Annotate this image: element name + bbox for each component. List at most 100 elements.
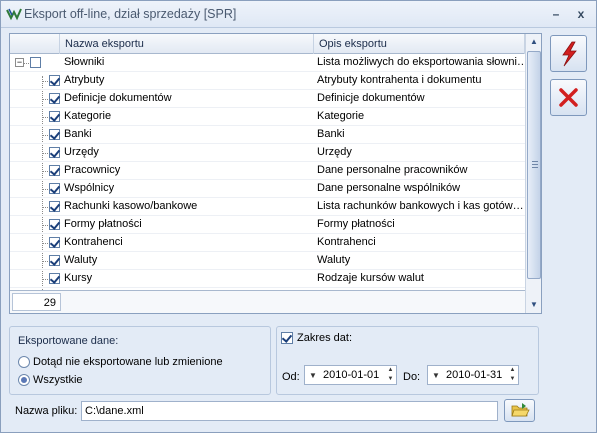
export-tree-grid[interactable]: Nazwa eksportu Opis eksportu − Słowniki …: [9, 33, 542, 314]
table-row[interactable]: Rachunki kasowo/bankowe Lista rachunków b…: [10, 198, 525, 216]
cancel-button[interactable]: [550, 79, 587, 116]
table-row[interactable]: Atrybuty Atrybuty kontrahenta i dokumentu: [10, 72, 525, 90]
column-header-description[interactable]: Opis eksportu: [314, 34, 525, 54]
date-range-label[interactable]: Zakres dat:: [297, 331, 352, 345]
row-checkbox[interactable]: [49, 237, 60, 248]
row-checkbox[interactable]: [49, 75, 60, 86]
date-from-down-icon[interactable]: ▼: [386, 375, 395, 384]
row-description: Rodzaje kursów walut: [317, 272, 424, 284]
row-description: Kategorie: [317, 110, 365, 122]
row-checkbox[interactable]: [49, 111, 60, 122]
close-button[interactable]: x: [571, 5, 591, 23]
table-row[interactable]: Banki Banki: [10, 126, 525, 144]
table-row[interactable]: Urzędy Urzędy: [10, 144, 525, 162]
file-name-label: Nazwa pliku:: [15, 405, 78, 417]
row-description: Kontrahenci: [317, 236, 376, 248]
exported-data-group: Eksportowane dane: Dotąd nie eksportowan…: [9, 326, 271, 395]
title-bar: Eksport off-line, dział sprzedaży [SPR] …: [1, 1, 596, 28]
grid-header: Nazwa eksportu Opis eksportu: [10, 34, 525, 54]
table-row[interactable]: Formy płatności Formy płatności: [10, 216, 525, 234]
date-to-field[interactable]: ▼ 2010-01-31 ▲ ▼: [427, 365, 519, 385]
table-row[interactable]: Kategorie Kategorie: [10, 108, 525, 126]
row-name: Urzędy: [64, 146, 99, 158]
date-to-dropdown-icon[interactable]: ▼: [432, 368, 440, 384]
scroll-thumb[interactable]: [527, 51, 541, 279]
table-row[interactable]: Waluty Waluty: [10, 252, 525, 270]
date-to-down-icon[interactable]: ▼: [508, 375, 517, 384]
row-description: Dane personalne pracowników: [317, 164, 468, 176]
window-title: Eksport off-line, dział sprzedaży [SPR]: [24, 7, 237, 21]
row-name: Kategorie: [64, 110, 112, 122]
date-to-up-icon[interactable]: ▲: [508, 366, 517, 375]
lightning-icon: [562, 41, 577, 67]
row-description: Urzędy: [317, 146, 352, 158]
vertical-scrollbar[interactable]: ▲ ▼: [525, 34, 541, 313]
row-name: Atrybuty: [64, 74, 105, 86]
table-row[interactable]: − Słowniki Lista możliwych do eksportowa…: [10, 54, 525, 72]
radio-all[interactable]: [18, 374, 30, 386]
date-to-value: 2010-01-31: [446, 369, 503, 381]
table-row[interactable]: Wspólnicy Dane personalne wspólników: [10, 180, 525, 198]
date-from-dropdown-icon[interactable]: ▼: [309, 368, 317, 384]
row-description: Lista możliwych do eksportowania słowni…: [317, 56, 525, 68]
date-to-label: Do:: [403, 371, 421, 383]
header-indicator-cell: [10, 34, 60, 54]
folder-open-icon: [511, 403, 530, 417]
row-name: Słowniki: [64, 56, 105, 68]
row-description: Dane personalne wspólników: [317, 182, 461, 194]
row-description: Banki: [317, 128, 345, 140]
table-row[interactable]: Pracownicy Dane personalne pracowników: [10, 162, 525, 180]
row-description: Lista rachunków bankowych i kas gotów…: [317, 200, 524, 212]
row-name: Kursy: [64, 272, 93, 284]
table-row[interactable]: Kontrahenci Kontrahenci: [10, 234, 525, 252]
table-row[interactable]: Definicje dokumentów Definicje dokumentów: [10, 90, 525, 108]
date-from-label: Od:: [282, 371, 300, 383]
scroll-down-icon[interactable]: ▼: [526, 297, 542, 313]
root-checkbox[interactable]: [30, 57, 41, 68]
record-count: 29: [12, 293, 61, 311]
collapse-toggle-icon[interactable]: −: [15, 58, 24, 67]
grid-rows: − Słowniki Lista możliwych do eksportowa…: [10, 54, 525, 290]
radio-changed-only[interactable]: [18, 356, 30, 368]
date-range-checkbox[interactable]: [281, 332, 293, 344]
column-header-name[interactable]: Nazwa eksportu: [60, 34, 314, 54]
table-row[interactable]: Kursy Rodzaje kursów walut: [10, 270, 525, 288]
date-from-field[interactable]: ▼ 2010-01-01 ▲ ▼: [304, 365, 397, 385]
row-checkbox[interactable]: [49, 273, 60, 284]
row-name: Waluty: [64, 254, 98, 266]
row-name: Kontrahenci: [64, 236, 123, 248]
row-checkbox[interactable]: [49, 255, 60, 266]
export-button[interactable]: [550, 35, 587, 72]
row-description: Definicje dokumentów: [317, 92, 425, 104]
row-name: Formy płatności: [64, 218, 142, 230]
minimize-button[interactable]: –: [546, 5, 566, 23]
date-range-group: Zakres dat: Od: ▼ 2010-01-01 ▲ ▼ Do: ▼ 2…: [276, 326, 539, 395]
row-checkbox[interactable]: [49, 201, 60, 212]
row-checkbox[interactable]: [49, 129, 60, 140]
row-name: Definicje dokumentów: [64, 92, 172, 104]
row-description: Atrybuty kontrahenta i dokumentu: [317, 74, 482, 86]
scroll-up-icon[interactable]: ▲: [526, 34, 542, 50]
row-checkbox[interactable]: [49, 147, 60, 158]
radio-changed-only-label[interactable]: Dotąd nie eksportowane lub zmienione: [33, 355, 223, 369]
row-name: Wspólnicy: [64, 182, 115, 194]
file-name-input[interactable]: C:\dane.xml: [81, 401, 498, 421]
row-checkbox[interactable]: [49, 165, 60, 176]
radio-all-label[interactable]: Wszystkie: [33, 373, 83, 387]
browse-file-button[interactable]: [504, 399, 535, 422]
grid-footer: 29: [10, 290, 525, 313]
export-dialog: Eksport off-line, dział sprzedaży [SPR] …: [0, 0, 597, 433]
row-checkbox[interactable]: [49, 93, 60, 104]
date-from-up-icon[interactable]: ▲: [386, 366, 395, 375]
row-name: Banki: [64, 128, 92, 140]
row-checkbox[interactable]: [49, 219, 60, 230]
exported-data-title: Eksportowane dane:: [18, 335, 119, 347]
row-checkbox[interactable]: [49, 183, 60, 194]
row-name: Rachunki kasowo/bankowe: [64, 200, 198, 212]
date-from-value: 2010-01-01: [323, 369, 380, 381]
app-logo-icon: [6, 8, 22, 21]
red-x-icon: [559, 88, 578, 107]
row-name: Pracownicy: [64, 164, 121, 176]
row-description: Formy płatności: [317, 218, 395, 230]
row-description: Waluty: [317, 254, 351, 266]
